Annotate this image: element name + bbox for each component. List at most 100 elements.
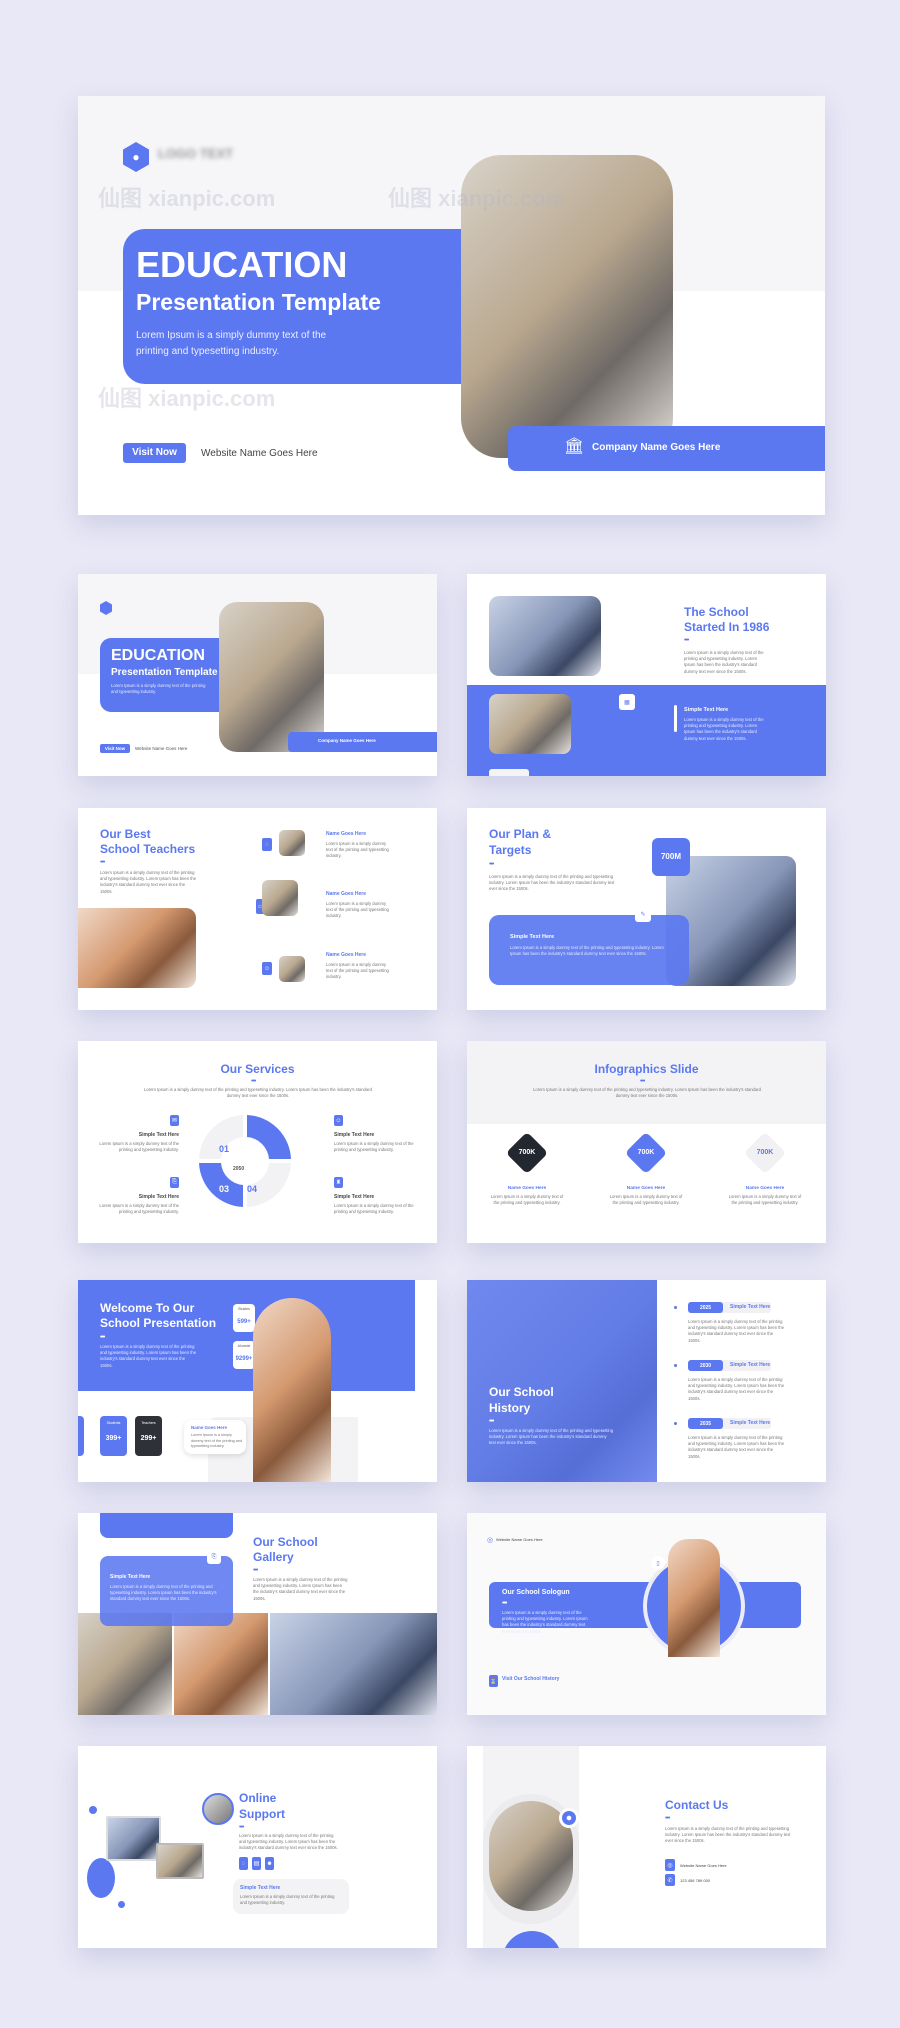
desc: Lorem Ipsum is a simply dummy text of th…: [144, 1087, 372, 1099]
dots-decoration: •••: [665, 1815, 670, 1822]
gallery-photo-2: [174, 1613, 268, 1715]
teacher-photo-2: [262, 880, 298, 916]
phone-number[interactable]: 123 456 789 000: [680, 1878, 710, 1883]
card-title: Simple Text Here: [684, 707, 729, 713]
title-line-1: Online: [239, 1791, 277, 1805]
title-line-2: School Presentation: [100, 1316, 217, 1330]
target-badge: 700M: [652, 838, 690, 876]
support-agent-avatar: [202, 1793, 234, 1825]
teacher-desc-1: Lorem Ipsum is a simply dummy text of th…: [326, 841, 389, 859]
service-title-3: Simple Text Here: [138, 1194, 179, 1200]
slogan-title: Our School Sologun: [502, 1589, 570, 1596]
card-title: Simple Text Here: [240, 1885, 281, 1891]
teacher-portrait: [668, 1539, 720, 1657]
dots-decoration: •••: [251, 1078, 256, 1085]
title: Contact Us: [665, 1798, 729, 1812]
students-photo: [489, 694, 571, 754]
dots-decoration: •••: [239, 1824, 244, 1831]
mortarboard-icon: ♜: [334, 1177, 343, 1188]
timeline-year: 2030: [688, 1360, 723, 1371]
teacher-name-3: Name Goes Here: [326, 952, 367, 958]
paperclip-icon: ⎘: [207, 1550, 221, 1564]
slide-education-small[interactable]: EDUCATION Presentation Template Lorem Ip…: [78, 574, 437, 776]
title-line-2: School Teachers: [100, 842, 196, 856]
timeline-year: 2025: [688, 1302, 723, 1313]
desc: Lorem Ipsum is a simply dummy text of th…: [533, 1087, 761, 1099]
desc: Lorem Ipsum is a simply dummy text of th…: [489, 874, 615, 892]
dots-decoration: •••: [502, 1600, 507, 1607]
title-line-1: Our Best: [100, 827, 151, 841]
stat-label: Studies: [238, 1307, 250, 1311]
classroom-photo: [78, 908, 196, 988]
service-title-1: Simple Text Here: [138, 1132, 179, 1138]
slide-slogan[interactable]: ◎ Website Name Goes Here ▯ Our School So…: [467, 1513, 826, 1715]
mail-icon: ✉: [170, 1115, 179, 1126]
slide-teachers[interactable]: Our Best School Teachers ••• Lorem Ipsum…: [78, 808, 437, 1010]
teacher-photo-1: [279, 830, 305, 856]
company-name: Company Name Goes Here: [318, 738, 376, 743]
timeline-desc: Lorem Ipsum is a simply dummy text of th…: [688, 1319, 785, 1343]
slide-welcome[interactable]: Welcome To Our School Presentation ••• L…: [78, 1280, 437, 1482]
desc: Lorem Ipsum is a simply dummy text of th…: [489, 1428, 614, 1446]
cover-slide[interactable]: ● LOGO TEXT EDUCATION Presentation Templ…: [78, 96, 825, 515]
bulb-icon[interactable]: ◌: [239, 1857, 248, 1870]
timeline-desc: Lorem Ipsum is a simply dummy text of th…: [688, 1435, 785, 1459]
website-name: Website Name Goes Here: [135, 746, 188, 751]
phone-icon: ▯: [651, 1556, 665, 1570]
logo-text: LOGO TEXT: [158, 146, 234, 161]
visit-history-link[interactable]: Visit Our School History: [502, 1676, 559, 1682]
watermark: 仙图 xianpic.com: [98, 386, 276, 411]
blue-band: [78, 1280, 415, 1391]
segment-label-02: 02: [247, 1144, 258, 1154]
building-icon: ▦: [619, 694, 635, 710]
stat-value: 599+: [237, 1319, 251, 1325]
user-icon[interactable]: ☻: [265, 1857, 274, 1870]
classroom-photo: [219, 602, 324, 752]
slide-infographics[interactable]: Infographics Slide ••• Lorem Ipsum is a …: [467, 1041, 826, 1243]
card-desc: Lorem Ipsum is a simply dummy text of th…: [110, 1584, 217, 1602]
stat-value: 299+: [140, 1435, 157, 1442]
slide-online-support[interactable]: Online Support ••• Lorem Ipsum is a simp…: [78, 1746, 437, 1948]
service-desc-3: Lorem Ipsum is a simply dummy text of th…: [99, 1203, 179, 1215]
slide-services[interactable]: Our Services ••• Lorem Ipsum is a simply…: [78, 1041, 437, 1243]
service-desc-4: Lorem Ipsum is a simply dummy text of th…: [334, 1203, 414, 1215]
hourglass-icon: ⌛: [489, 1675, 498, 1687]
title-line-2: Started In 1986: [684, 620, 770, 634]
slide-history[interactable]: Our School History ••• Lorem Ipsum is a …: [467, 1280, 826, 1482]
service-desc-2: Lorem Ipsum is a simply dummy text of th…: [334, 1141, 414, 1153]
card-name: Name Goes Here: [191, 1425, 228, 1430]
card-title: Simple Text Here: [510, 934, 555, 940]
segment-circle-chart: [199, 1115, 291, 1207]
card-desc: Lorem Ipsum is a simply dummy text of th…: [510, 945, 664, 957]
desc: Lorem Ipsum is a simply dummy text of th…: [253, 1577, 348, 1601]
clip-icon: ⎘: [170, 1177, 179, 1188]
timeline-label: Simple Text Here: [730, 1304, 771, 1310]
stat-label: Alumnie: [237, 1344, 251, 1348]
title-line-2: Support: [239, 1807, 285, 1821]
service-title-2: Simple Text Here: [334, 1132, 375, 1138]
website-name[interactable]: Website Name Goes Here: [680, 1863, 727, 1868]
desc: Lorem Ipsum is a simply dummy text of th…: [665, 1826, 791, 1844]
visit-now-button[interactable]: Visit Now: [100, 744, 130, 753]
visit-now-button[interactable]: Visit Now: [123, 443, 186, 463]
globe-icon: ◎: [665, 1859, 675, 1871]
slide-gallery[interactable]: ⎘ Simple Text Here Lorem Ipsum is a simp…: [78, 1513, 437, 1715]
desc: Lorem Ipsum is a simply dummy text of th…: [100, 1344, 197, 1368]
teacher-name-2: Name Goes Here: [326, 891, 367, 897]
slide-plan-targets[interactable]: Our Plan & Targets ••• Lorem Ipsum is a …: [467, 808, 826, 1010]
slide-contact[interactable]: ⬢ Contact Us ••• Lorem Ipsum is a simply…: [467, 1746, 826, 1948]
segment-label-04: 04: [247, 1184, 258, 1194]
stat-card-partial: [78, 1416, 84, 1456]
center-year: 2050: [233, 1166, 245, 1172]
slide-school-started[interactable]: The School Started In 1986 ••• Lorem Ips…: [467, 574, 826, 776]
diamond-value: 700K: [756, 1149, 774, 1156]
title-line-1: The School: [684, 605, 749, 619]
desc: Lorem Ipsum is a simply dummy text of th…: [684, 650, 764, 674]
teacher-photo-3: [279, 956, 305, 982]
teacher-desc-2: Lorem Ipsum is a simply dummy text of th…: [326, 901, 389, 919]
website-name[interactable]: Website Name Goes Here: [201, 448, 318, 459]
timeline-dot: [674, 1306, 677, 1309]
timeline-label: Simple Text Here: [730, 1420, 771, 1426]
clipboard-icon[interactable]: ▤: [252, 1857, 261, 1870]
dots-decoration: •••: [489, 1418, 494, 1425]
